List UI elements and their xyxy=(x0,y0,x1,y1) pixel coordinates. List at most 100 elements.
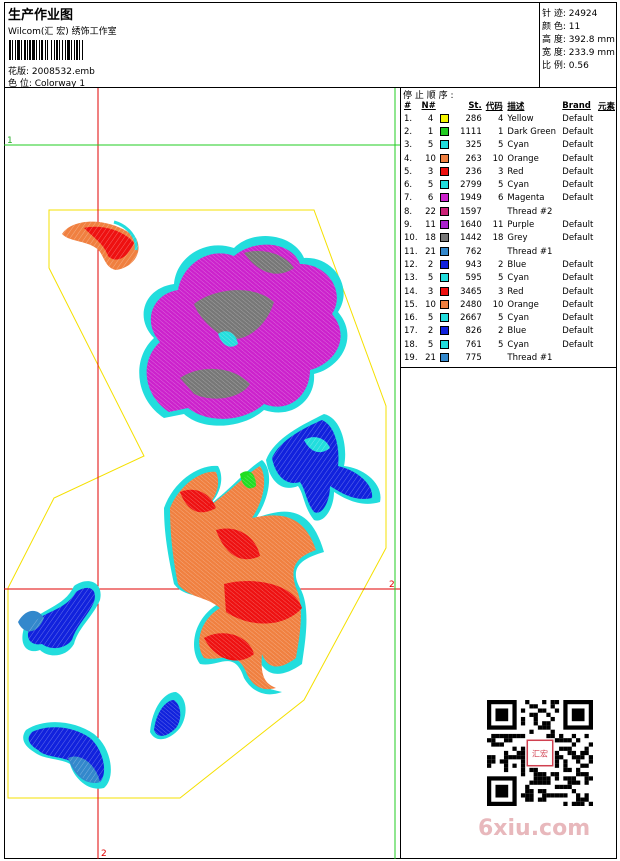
cell-st: 1442 xyxy=(460,233,482,244)
cell-element xyxy=(596,311,617,324)
table-row: 13. 5 595 5 Cyan Default xyxy=(402,272,617,285)
color-swatch xyxy=(439,299,449,309)
cell-code: 5 xyxy=(497,339,504,350)
table-row: 6. 5 2799 5 Cyan Default xyxy=(402,178,617,191)
cell-element xyxy=(596,139,617,152)
col-brand: Brand xyxy=(562,100,591,111)
cell-brand: Default xyxy=(562,126,594,137)
table-row: 12. 2 943 2 Blue Default xyxy=(402,258,617,271)
color-swatch xyxy=(439,273,449,283)
cell-st: 761 xyxy=(465,339,482,350)
cell-brand: Default xyxy=(562,286,594,297)
flower-blue-left xyxy=(18,581,101,656)
table-row: 4. 10 263 10 Orange Default xyxy=(402,152,617,165)
cell-element xyxy=(596,205,617,218)
color-swatch xyxy=(439,326,449,336)
cell-st: 2667 xyxy=(460,313,482,324)
needle-cell: 3 xyxy=(420,285,454,298)
cell-brand xyxy=(560,245,596,258)
table-row: 14. 3 3465 3 Red Default xyxy=(402,285,617,298)
color-swatch xyxy=(439,126,449,136)
needle-cell: 2 xyxy=(420,258,454,271)
col-needle: N# xyxy=(421,100,436,111)
color-swatch xyxy=(439,352,449,362)
cell-code: 6 xyxy=(497,193,504,204)
stats-panel: 针 迹: 24924 颜 色: 11 高 度: 392.8 mm 宽 度: 23… xyxy=(540,2,617,88)
needle-cell: 3 xyxy=(420,165,454,178)
cell-element xyxy=(596,178,617,191)
color-swatch xyxy=(439,220,449,230)
cell-st: 1640 xyxy=(460,220,482,231)
needle-cell: 4 xyxy=(420,112,454,125)
table-row: 19. 21 775 Thread #1 xyxy=(402,351,617,364)
guide-marker-1: 1 xyxy=(7,136,13,146)
cell-brand: Default xyxy=(562,113,594,124)
cell-desc: Grey xyxy=(507,233,528,244)
cell-element xyxy=(596,285,617,298)
cell-code: 1 xyxy=(497,126,504,137)
cell-st: 286 xyxy=(465,113,482,124)
cell-desc: Thread #1 xyxy=(507,352,553,363)
table-row: 9. 11 1640 11 Purple Default xyxy=(402,218,617,231)
cell-st: 325 xyxy=(465,140,482,151)
stop-sequence-table: # N# St. 代码 描述 Brand 元素 1. 4 286 4 Yellow Def… xyxy=(402,99,617,365)
col-index: # xyxy=(404,100,412,111)
needle-cell: 21 xyxy=(420,351,454,364)
cell-st: 762 xyxy=(465,246,482,257)
cell-desc: Cyan xyxy=(507,313,529,324)
cell-element xyxy=(596,325,617,338)
color-swatch xyxy=(439,286,449,296)
col-code: 代码 xyxy=(485,101,503,112)
col-element: 元素 xyxy=(597,101,615,112)
cell-idx: 8. xyxy=(404,206,413,217)
cell-code: 3 xyxy=(497,286,504,297)
cell-brand: Default xyxy=(562,299,594,310)
cell-idx: 1. xyxy=(404,113,413,124)
cell-brand: Default xyxy=(562,273,594,284)
needle-cell: 10 xyxy=(420,298,454,311)
cell-code: 11 xyxy=(492,220,504,231)
cell-code: 5 xyxy=(497,140,504,151)
cell-desc: Yellow xyxy=(507,113,534,124)
cell-idx: 7. xyxy=(404,193,413,204)
needle-cell: 10 xyxy=(420,152,454,165)
cell-st: 1949 xyxy=(460,193,482,204)
cell-brand: Default xyxy=(562,339,594,350)
table-row: 1. 4 286 4 Yellow Default xyxy=(402,112,617,125)
cell-code xyxy=(484,351,506,364)
cell-st: 3465 xyxy=(460,286,482,297)
cell-desc: Thread #1 xyxy=(507,246,553,257)
cell-desc: Red xyxy=(507,286,524,297)
cell-idx: 10. xyxy=(404,233,418,244)
cell-element xyxy=(596,272,617,285)
cell-idx: 13. xyxy=(404,273,418,284)
table-row: 7. 6 1949 6 Magenta Default xyxy=(402,192,617,205)
table-row: 10. 18 1442 18 Grey Default xyxy=(402,232,617,245)
barcode xyxy=(9,40,146,60)
needle-cell: 5 xyxy=(420,338,454,351)
cell-brand: Default xyxy=(562,153,594,164)
cell-idx: 6. xyxy=(404,180,413,191)
cell-idx: 18. xyxy=(404,339,418,350)
design-scale: 比 例: 0.56 xyxy=(542,61,589,71)
cell-brand: Default xyxy=(562,259,594,270)
cell-idx: 15. xyxy=(404,299,418,310)
cell-brand: Default xyxy=(562,220,594,231)
cell-brand: Default xyxy=(562,180,594,191)
cell-element xyxy=(596,298,617,311)
cell-st: 236 xyxy=(465,166,482,177)
table-row: 5. 3 236 3 Red Default xyxy=(402,165,617,178)
cell-idx: 17. xyxy=(404,326,418,337)
table-row: 11. 21 762 Thread #1 xyxy=(402,245,617,258)
needle-cell: 21 xyxy=(420,245,454,258)
needle-cell: 5 xyxy=(420,272,454,285)
needle-cell: 6 xyxy=(420,192,454,205)
color-swatch xyxy=(439,259,449,269)
needle-cell: 5 xyxy=(420,311,454,324)
cell-code: 10 xyxy=(492,299,504,310)
needle-cell: 11 xyxy=(420,218,454,231)
table-row: 15. 10 2480 10 Orange Default xyxy=(402,298,617,311)
cell-code: 2 xyxy=(497,326,504,337)
table-row: 2. 1 1111 1 Dark Green Default xyxy=(402,125,617,138)
cell-st: 263 xyxy=(465,153,482,164)
